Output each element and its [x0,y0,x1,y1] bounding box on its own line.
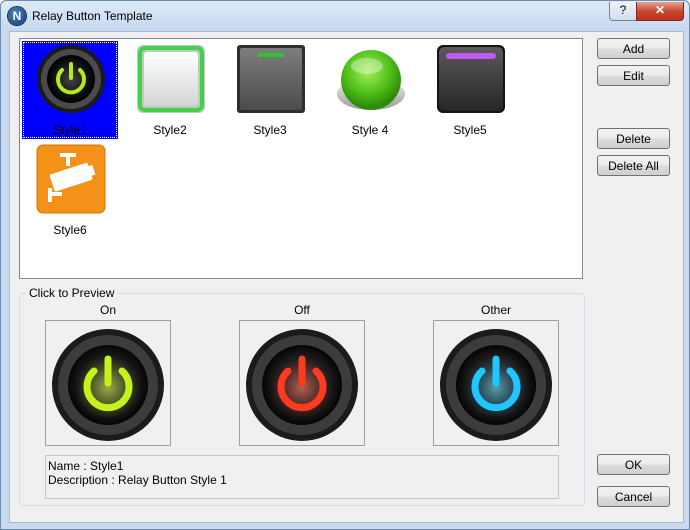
dialog-window: N Relay Button Template ? ✕ Style1 Style… [0,0,690,530]
style-name-text: Name : Style1 [48,459,124,473]
list-item-style1[interactable]: Style1 [22,41,118,139]
power-off-icon [246,329,358,441]
cctv-camera-icon [36,144,106,214]
list-item-label: Style3 [253,123,287,137]
title-bar[interactable]: N Relay Button Template ? ✕ [1,1,689,31]
style-list[interactable]: Style1 Style2 Style3 Style 4 Style5 Styl… [19,38,583,279]
edit-button[interactable]: Edit [597,65,670,86]
other-label: Other [480,303,511,317]
power-on-icon [52,329,164,441]
preview-other-button[interactable] [433,320,559,446]
power-other-icon [440,329,552,441]
app-logo-icon: N [8,7,26,25]
style-info-box: Name : Style1 Description : Relay Button… [45,455,559,499]
preview-group-legend: Click to Preview [26,286,118,300]
dialog-client-area: Style1 Style2 Style3 Style 4 Style5 Styl… [9,31,684,523]
preview-off-button[interactable] [239,320,365,446]
list-item-style5[interactable]: Style5 [422,41,518,139]
cancel-button[interactable]: Cancel [597,486,670,507]
white-square-button-icon [137,45,205,113]
list-item-style2[interactable]: Style2 [122,41,218,139]
green-round-button-icon [337,50,405,110]
ok-button[interactable]: OK [597,454,670,475]
window-title: Relay Button Template [32,9,153,23]
add-button[interactable]: Add [597,38,670,59]
list-item-label: Style2 [153,123,187,137]
preview-on-button[interactable] [45,320,171,446]
power-button-green-icon [37,45,105,113]
on-label: On [99,303,116,317]
list-item-label: Style6 [53,223,87,237]
list-item-style6[interactable]: Style6 [22,141,118,239]
preview-group: Click to Preview On Off Other Name: Sty… [19,286,585,506]
list-item-label: Style5 [453,123,487,137]
list-item-label: Style 4 [351,123,389,137]
gray-square-button-icon [237,45,305,113]
off-label: Off [294,303,310,317]
close-button[interactable]: ✕ [636,2,684,21]
help-button[interactable]: ? [609,2,637,21]
delete-all-button[interactable]: Delete All [597,155,670,176]
list-item-label: Style1 [53,123,87,137]
list-item-style4[interactable]: Style 4 [322,41,418,139]
list-item-style3[interactable]: Style3 [222,41,318,139]
delete-button[interactable]: Delete [597,128,670,149]
style-description-text: Description : Relay Button Style 1 [48,473,227,487]
dark-square-purple-button-icon [437,45,505,113]
